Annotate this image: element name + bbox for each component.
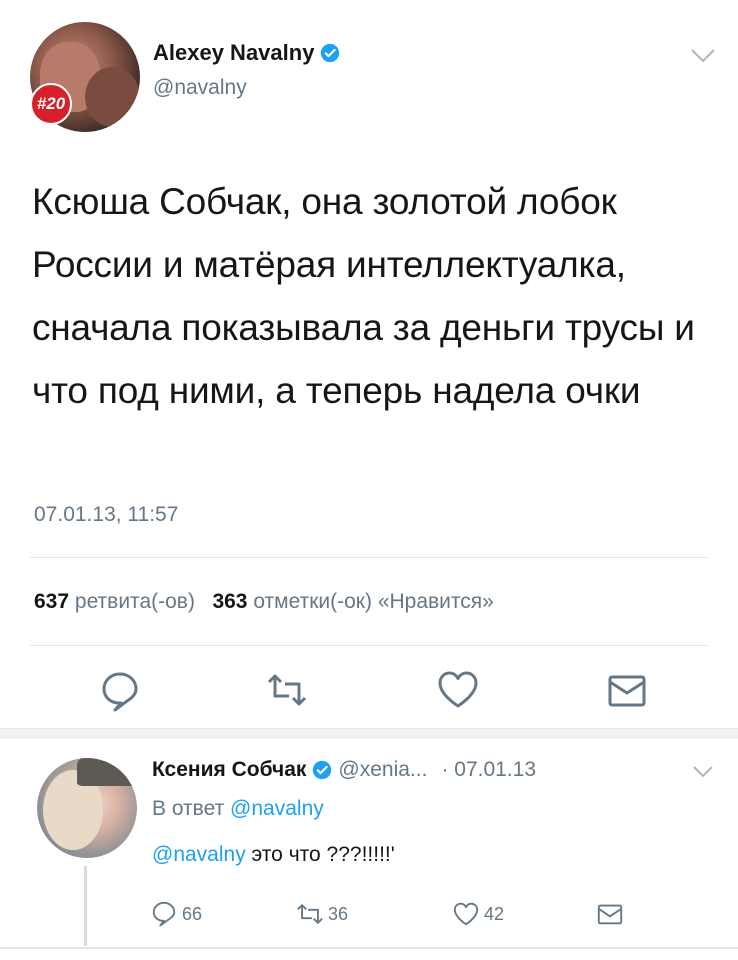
divider <box>30 645 708 646</box>
like-label[interactable]: отметки(-ок) «Нравится» <box>253 590 494 613</box>
tweet-timestamp[interactable]: 07.01.13, 11:57 <box>34 503 178 527</box>
reply-retweet-count: 36 <box>328 903 349 924</box>
reply-header: Ксения Собчак @xenia... · 07.01.13 <box>152 758 536 782</box>
like-icon[interactable] <box>436 668 480 712</box>
reply-message-button[interactable] <box>596 897 624 931</box>
retweet-icon <box>297 904 323 924</box>
reply-author-avatar[interactable] <box>37 758 137 858</box>
like-icon <box>453 902 479 926</box>
author-handle[interactable]: @navalny <box>153 76 247 100</box>
tweet-text: Ксюша Собчак, она золотой лобок России и… <box>32 181 695 411</box>
like-count[interactable]: 363 <box>212 590 247 613</box>
reply-author-handle[interactable]: @xenia... <box>338 758 427 782</box>
tweet-stats: 637 ретвита(-ов) 363 отметки(-ок) «Нрави… <box>34 590 494 614</box>
reply-like-button[interactable]: 42 <box>452 897 504 931</box>
reply-like-count: 42 <box>484 903 505 924</box>
divider <box>30 557 708 558</box>
tweet-actions <box>0 668 738 712</box>
reply-text: @navalny это что ???!!!!!' <box>152 843 395 867</box>
verified-icon <box>312 760 332 780</box>
chevron-down-icon[interactable] <box>690 48 716 64</box>
reply-mention[interactable]: @navalny <box>152 843 246 866</box>
reply-to-line: В ответ @navalny <box>152 797 324 821</box>
avatar-badge: #20 <box>30 83 72 125</box>
retweet-count[interactable]: 637 <box>34 590 69 613</box>
reply-to-prefix: В ответ <box>152 797 225 820</box>
reply-actions: 66 36 42 <box>0 897 738 933</box>
verified-icon <box>320 43 340 63</box>
reply-icon <box>152 901 176 927</box>
reply-count: 66 <box>182 903 203 924</box>
chevron-down-icon[interactable] <box>692 765 714 779</box>
retweet-label[interactable]: ретвита(-ов) <box>75 590 195 613</box>
reply-date[interactable]: · 07.01.13 <box>441 758 536 782</box>
reply-author-name[interactable]: Ксения Собчак <box>152 758 306 782</box>
reply-reply-button[interactable]: 66 <box>150 897 202 931</box>
message-icon[interactable] <box>605 668 649 712</box>
avatar-figure <box>77 758 137 786</box>
section-separator <box>0 728 738 738</box>
message-icon <box>597 904 623 925</box>
author-name-row[interactable]: Alexey Navalny <box>153 40 340 66</box>
retweet-icon[interactable] <box>265 668 309 712</box>
reply-body: это что ???!!!!!' <box>251 843 395 866</box>
avatar-figure <box>85 67 140 127</box>
reply-icon[interactable] <box>98 668 142 712</box>
divider <box>0 947 738 949</box>
author-name[interactable]: Alexey Navalny <box>153 40 314 66</box>
reply-to-handle[interactable]: @navalny <box>230 797 324 820</box>
reply-retweet-button[interactable]: 36 <box>296 897 348 931</box>
